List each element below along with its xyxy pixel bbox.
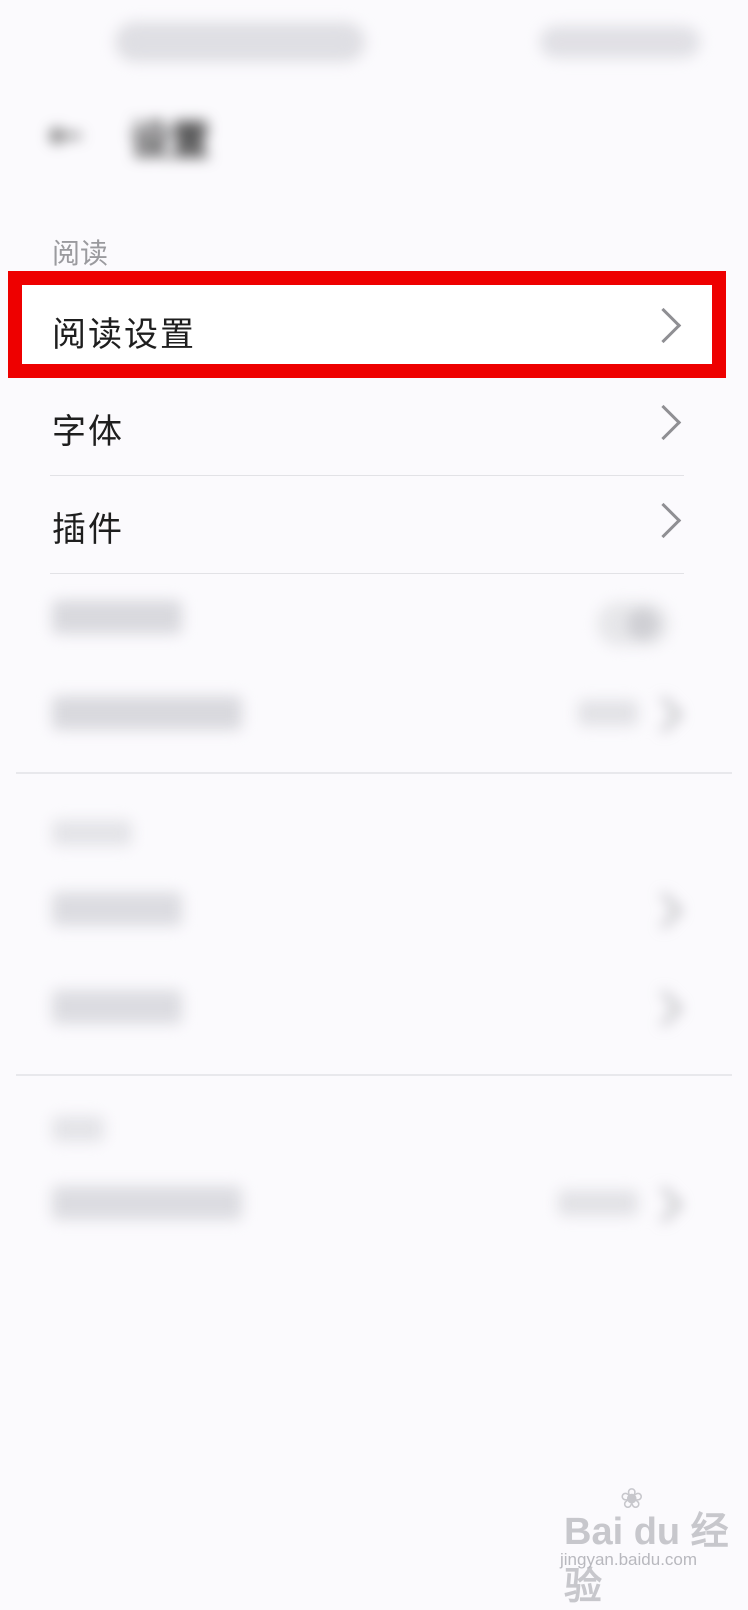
chevron-right-icon: [645, 1186, 682, 1223]
baidu-jingyan-watermark: ❀ Bai du 经验 jingyan.baidu.com: [560, 1482, 740, 1608]
toggle-switch[interactable]: [597, 602, 669, 646]
menu-item-label: 阅读设置: [52, 315, 196, 355]
section-label-reading: 阅读: [52, 237, 109, 270]
status-bar: [0, 0, 748, 90]
chevron-right-icon: [645, 502, 682, 539]
page-title: 设置: [130, 118, 210, 164]
chevron-right-icon: [645, 404, 682, 441]
menu-item-value: [578, 700, 638, 726]
menu-item-label: 字体: [52, 412, 124, 452]
menu-item-toggle[interactable]: [0, 576, 748, 672]
menu-item-font[interactable]: 字体: [0, 380, 748, 476]
menu-item-blurred[interactable]: [0, 868, 748, 964]
app-header: ← 设置: [0, 90, 748, 180]
menu-item-label: [52, 600, 182, 634]
chevron-right-icon: [645, 990, 682, 1027]
menu-item-blurred[interactable]: [0, 966, 748, 1062]
section-divider: [16, 1074, 732, 1076]
chevron-right-icon: [645, 892, 682, 929]
menu-item-plugins[interactable]: 插件: [0, 478, 748, 574]
menu-item-reading-settings[interactable]: 阅读设置: [0, 283, 748, 379]
divider: [50, 475, 684, 476]
section-divider: [16, 772, 732, 774]
chevron-right-icon: [645, 696, 682, 733]
menu-item-value: [558, 1190, 638, 1216]
back-arrow-icon[interactable]: ←: [48, 110, 83, 159]
menu-item-blurred[interactable]: [0, 1162, 748, 1258]
chevron-right-icon: [645, 307, 682, 344]
menu-item-label: [52, 696, 242, 730]
section-label: [52, 1116, 104, 1142]
watermark-url: jingyan.baidu.com: [560, 1550, 698, 1569]
divider: [50, 573, 684, 574]
toggle-knob: [627, 608, 659, 640]
menu-item-label: [52, 1186, 242, 1220]
menu-item-label: [52, 892, 182, 926]
menu-item-blurred[interactable]: [0, 672, 748, 768]
section-label: [52, 820, 132, 846]
status-bar-right: [540, 26, 700, 58]
status-bar-left: [115, 22, 365, 62]
menu-item-label: [52, 990, 182, 1024]
menu-item-label: 插件: [52, 510, 124, 550]
